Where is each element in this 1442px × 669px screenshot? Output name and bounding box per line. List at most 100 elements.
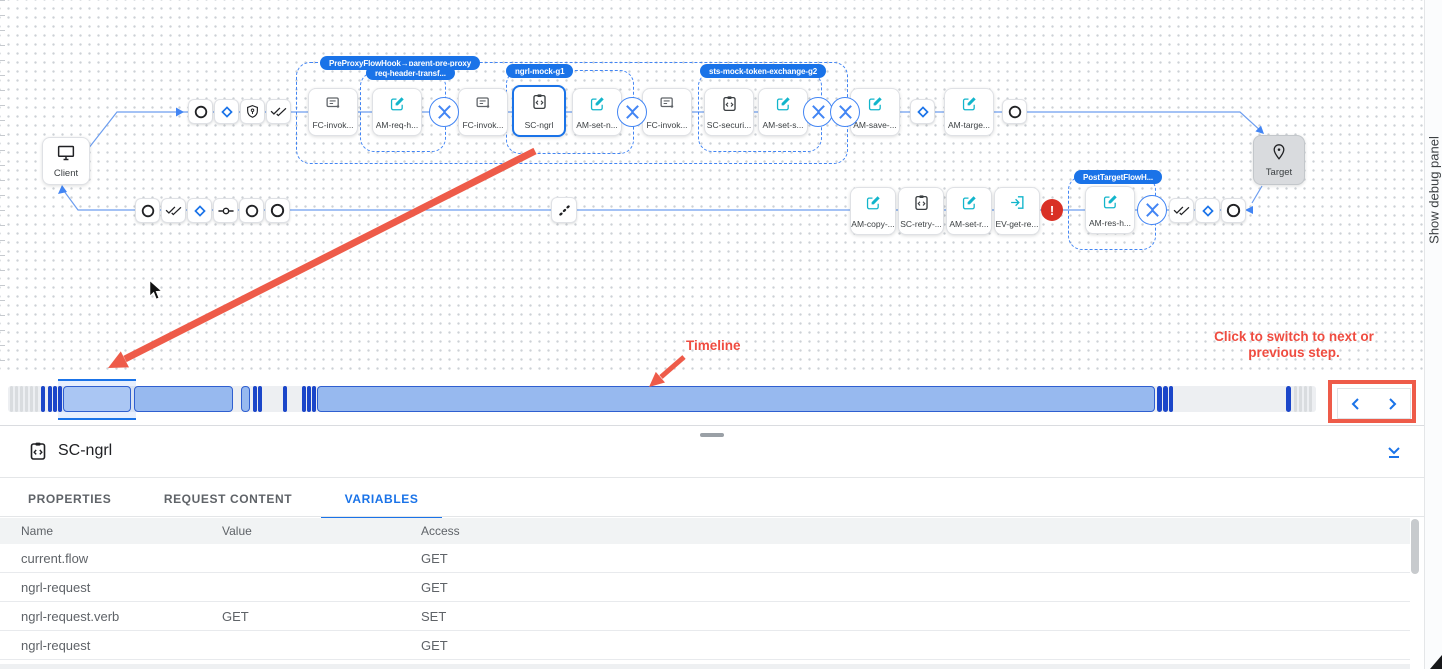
table-row: current.flow GET — [0, 544, 1410, 573]
timeline-segment[interactable] — [312, 386, 316, 412]
collapse-group-button[interactable] — [1137, 195, 1167, 225]
show-debug-panel-toggle[interactable]: Show debug panel — [1424, 0, 1442, 669]
chevron-up-icon — [839, 111, 852, 124]
timeline-segment[interactable] — [302, 386, 306, 412]
timeline-segment[interactable] — [1163, 386, 1168, 412]
target-label: Target — [1266, 167, 1292, 178]
target-node[interactable]: Target — [1253, 135, 1305, 185]
step-circle-icon[interactable] — [239, 198, 264, 223]
service-callout-icon — [531, 93, 548, 116]
route-icon[interactable] — [551, 197, 577, 223]
policy-node[interactable]: AM-set-s... — [758, 88, 808, 136]
policy-node[interactable]: FC-invok... — [642, 88, 692, 136]
chevron-up-icon — [1146, 209, 1159, 222]
service-callout-icon — [913, 194, 930, 217]
timeline-segment[interactable] — [15, 386, 18, 412]
group-label-req-header: req-header-transf... — [366, 66, 455, 80]
policy-node-label: AM-set-r... — [949, 219, 988, 229]
policy-node-label: EV-get-re... — [996, 219, 1039, 229]
timeline-segment[interactable] — [25, 386, 28, 412]
timeline-segment[interactable] — [53, 386, 57, 412]
step-commit-icon[interactable] — [213, 198, 238, 223]
timeline-segment[interactable] — [258, 386, 262, 412]
step-condition-diamond-icon[interactable] — [187, 198, 212, 223]
policy-node[interactable]: AM-res-h... — [1085, 186, 1135, 234]
error-icon[interactable] — [1041, 199, 1063, 221]
timeline-segment[interactable] — [63, 386, 131, 412]
step-circle-icon[interactable] — [265, 198, 290, 223]
policy-node-selected[interactable]: SC-ngrl — [512, 85, 566, 137]
step-circle-icon[interactable] — [1221, 198, 1246, 223]
flow-canvas: PreProxyFlowHook→parent-pre-proxy req-he… — [0, 0, 1424, 376]
column-header-name: Name — [0, 524, 201, 538]
timeline-segment[interactable] — [10, 386, 13, 412]
chevron-up-icon — [626, 111, 639, 124]
tab-request-content[interactable]: REQUEST CONTENT — [140, 479, 316, 516]
step-condition-diamond-icon[interactable] — [910, 99, 935, 124]
collapse-group-button[interactable] — [803, 97, 833, 127]
step-shield-icon[interactable] — [240, 99, 265, 124]
step-circle-icon[interactable] — [188, 99, 213, 124]
timeline-segment[interactable] — [1169, 386, 1173, 412]
timeline-segment[interactable] — [241, 386, 250, 412]
client-node[interactable]: Client — [42, 137, 90, 185]
policy-node[interactable]: AM-set-r... — [946, 187, 992, 235]
step-circle-icon[interactable] — [135, 198, 160, 223]
assign-message-icon — [389, 95, 406, 117]
policy-node[interactable]: SC-securi... — [704, 88, 754, 136]
timeline-segment[interactable] — [1309, 386, 1312, 412]
timeline-segment[interactable] — [1294, 386, 1297, 412]
policy-node[interactable]: FC-invok... — [458, 88, 508, 136]
timeline-segment[interactable] — [1157, 386, 1162, 412]
policy-node[interactable]: AM-set-n... — [572, 88, 622, 136]
service-callout-icon — [28, 441, 48, 467]
step-condition-diamond-icon[interactable] — [214, 99, 239, 124]
timeline-segment[interactable] — [307, 386, 311, 412]
policy-node[interactable]: AM-req-h... — [372, 88, 422, 136]
chevron-up-icon — [438, 111, 451, 124]
timeline-segment[interactable] — [41, 386, 45, 412]
collapse-group-button[interactable] — [830, 97, 860, 127]
step-double-check-icon[interactable] — [161, 198, 186, 223]
timeline-segment[interactable] — [283, 386, 287, 412]
variables-table-header: Name Value Access — [0, 518, 1410, 544]
step-double-check-icon[interactable] — [1169, 198, 1194, 223]
policy-node[interactable]: FC-invok... — [308, 88, 358, 136]
tab-variables[interactable]: VARIABLES — [321, 479, 443, 518]
timeline-segment[interactable] — [1299, 386, 1302, 412]
timeline-segment[interactable] — [253, 386, 257, 412]
collapse-group-button[interactable] — [617, 97, 647, 127]
assign-message-icon — [867, 95, 884, 117]
policy-node[interactable]: SC-retry-... — [898, 187, 944, 235]
assign-message-icon — [775, 95, 792, 117]
policy-node-label: AM-targe... — [948, 120, 990, 130]
assign-message-icon — [589, 95, 606, 117]
column-header-value: Value — [201, 524, 400, 538]
policy-node[interactable]: EV-get-re... — [994, 187, 1040, 235]
vertical-scrollbar-thumb[interactable] — [1411, 519, 1419, 574]
step-double-check-icon[interactable] — [266, 99, 291, 124]
tab-properties[interactable]: PROPERTIES — [4, 479, 135, 516]
timeline-segment[interactable] — [1304, 386, 1307, 412]
timeline-segment[interactable] — [317, 386, 1155, 412]
collapse-panel-icon[interactable] — [1386, 444, 1402, 465]
apigee-debug-trace-view: PreProxyFlowHook→parent-pre-proxy req-he… — [0, 0, 1442, 669]
timeline-segment[interactable] — [1286, 386, 1291, 412]
table-row: ngrl-request.verb GET SET — [0, 602, 1410, 631]
service-callout-icon — [721, 95, 738, 118]
timeline-segment[interactable] — [20, 386, 23, 412]
step-circle-icon[interactable] — [1002, 99, 1027, 124]
timeline-segment[interactable] — [48, 386, 52, 412]
step-condition-diamond-icon[interactable] — [1195, 198, 1220, 223]
timeline-segment[interactable] — [58, 386, 62, 412]
collapse-group-button[interactable] — [429, 97, 459, 127]
policy-node[interactable]: AM-copy-... — [850, 187, 896, 235]
policy-node-label: SC-securi... — [707, 120, 751, 130]
policy-node-label: AM-save-... — [853, 120, 896, 130]
table-row: ngrl-request GET — [0, 573, 1410, 602]
timeline-segment[interactable] — [134, 386, 233, 412]
timeline-segment[interactable] — [35, 386, 38, 412]
show-debug-panel-label: Show debug panel — [1427, 136, 1442, 244]
policy-node[interactable]: AM-targe... — [944, 88, 994, 136]
timeline-segment[interactable] — [30, 386, 33, 412]
